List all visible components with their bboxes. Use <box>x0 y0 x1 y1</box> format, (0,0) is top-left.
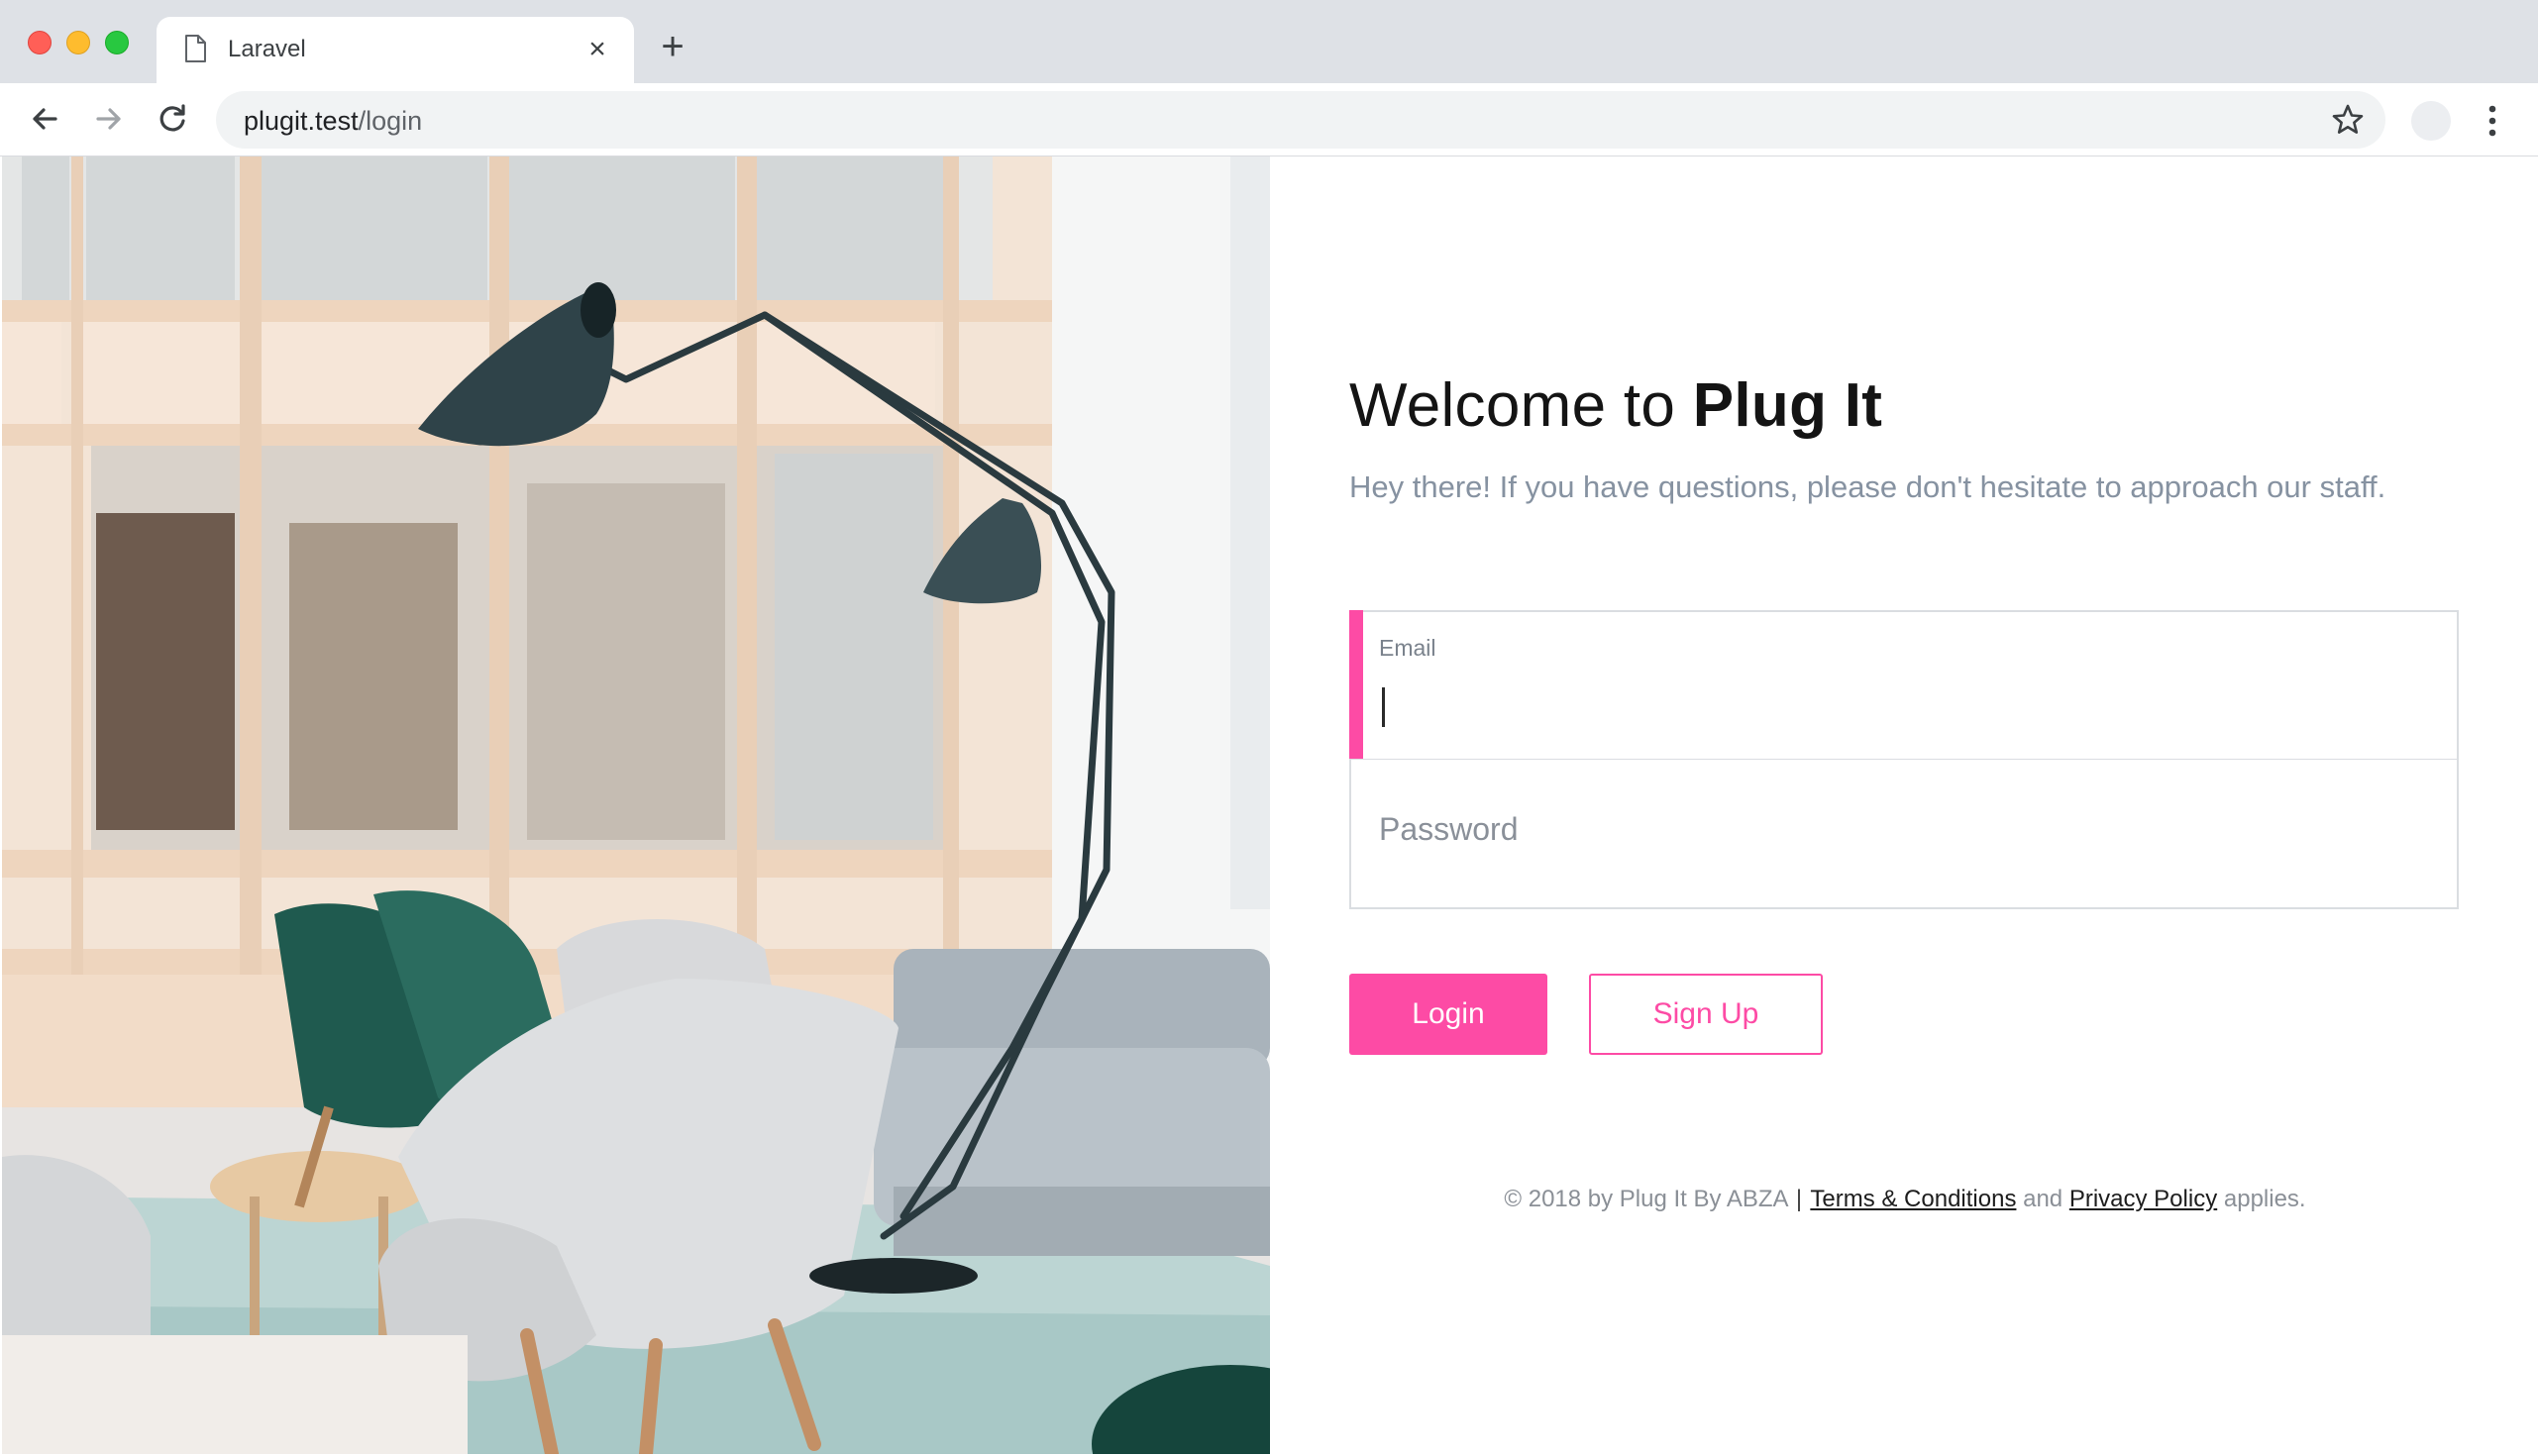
close-window-button[interactable] <box>28 31 52 54</box>
close-tab-icon[interactable]: × <box>582 35 612 64</box>
footer: © 2018 by Plug It By ABZA | Terms & Cond… <box>1349 1185 2461 1214</box>
page-content: Welcome to Plug It Hey there! If you hav… <box>0 156 2538 1456</box>
subtitle: Hey there! If you have questions, please… <box>1349 469 2386 504</box>
url-text[interactable]: plugit.test/login <box>244 105 422 137</box>
brand-name: Plug It <box>1692 371 1883 440</box>
reload-icon[interactable] <box>153 99 192 139</box>
text-caret <box>1382 687 1385 727</box>
terms-link[interactable]: Terms & Conditions <box>1810 1186 2016 1212</box>
new-tab-button[interactable]: + <box>656 27 689 66</box>
url-host: plugit.test <box>244 106 359 136</box>
email-label: Email <box>1379 635 1436 661</box>
page-title: Welcome to Plug It <box>1349 368 1882 444</box>
browser-tab[interactable]: Laravel × <box>157 17 634 83</box>
maximize-window-button[interactable] <box>105 31 129 54</box>
privacy-link[interactable]: Privacy Policy <box>2069 1186 2217 1212</box>
password-field[interactable] <box>1349 759 2459 909</box>
password-input[interactable] <box>1379 799 2429 859</box>
login-button[interactable]: Login <box>1349 974 1547 1055</box>
email-field[interactable]: Email <box>1349 610 2459 761</box>
footer-separator: | <box>1795 1186 1803 1212</box>
hero-image <box>2 156 1270 1454</box>
footer-applies-text: applies. <box>2223 1186 2306 1212</box>
title-prefix: Welcome to <box>1349 371 1693 440</box>
login-panel: Welcome to Plug It Hey there! If you hav… <box>1349 156 2461 1454</box>
arrow-left-icon[interactable] <box>25 99 64 139</box>
url-path: /login <box>358 106 423 136</box>
address-bar[interactable]: plugit.test/login <box>216 91 2385 149</box>
document-icon <box>185 35 206 62</box>
avatar-icon[interactable] <box>2411 101 2451 141</box>
browser-window: Laravel × + plugit.test/login Welcome to… <box>0 0 2538 1456</box>
email-input[interactable] <box>1379 679 2429 727</box>
browser-toolbar: plugit.test/login <box>0 83 2538 156</box>
minimize-window-button[interactable] <box>66 31 90 54</box>
star-icon[interactable] <box>2330 102 2366 138</box>
tab-title: Laravel <box>228 36 306 62</box>
lounge-photo <box>2 156 1270 1454</box>
kebab-menu-icon[interactable] <box>2479 101 2506 141</box>
copyright-text: © 2018 by Plug It By ABZA <box>1504 1186 1788 1212</box>
signup-button[interactable]: Sign Up <box>1589 974 1823 1055</box>
focus-accent-bar <box>1349 610 1363 760</box>
tab-strip: Laravel × + <box>0 0 2538 83</box>
footer-and-text: and <box>2023 1186 2063 1212</box>
arrow-right-icon[interactable] <box>89 99 129 139</box>
